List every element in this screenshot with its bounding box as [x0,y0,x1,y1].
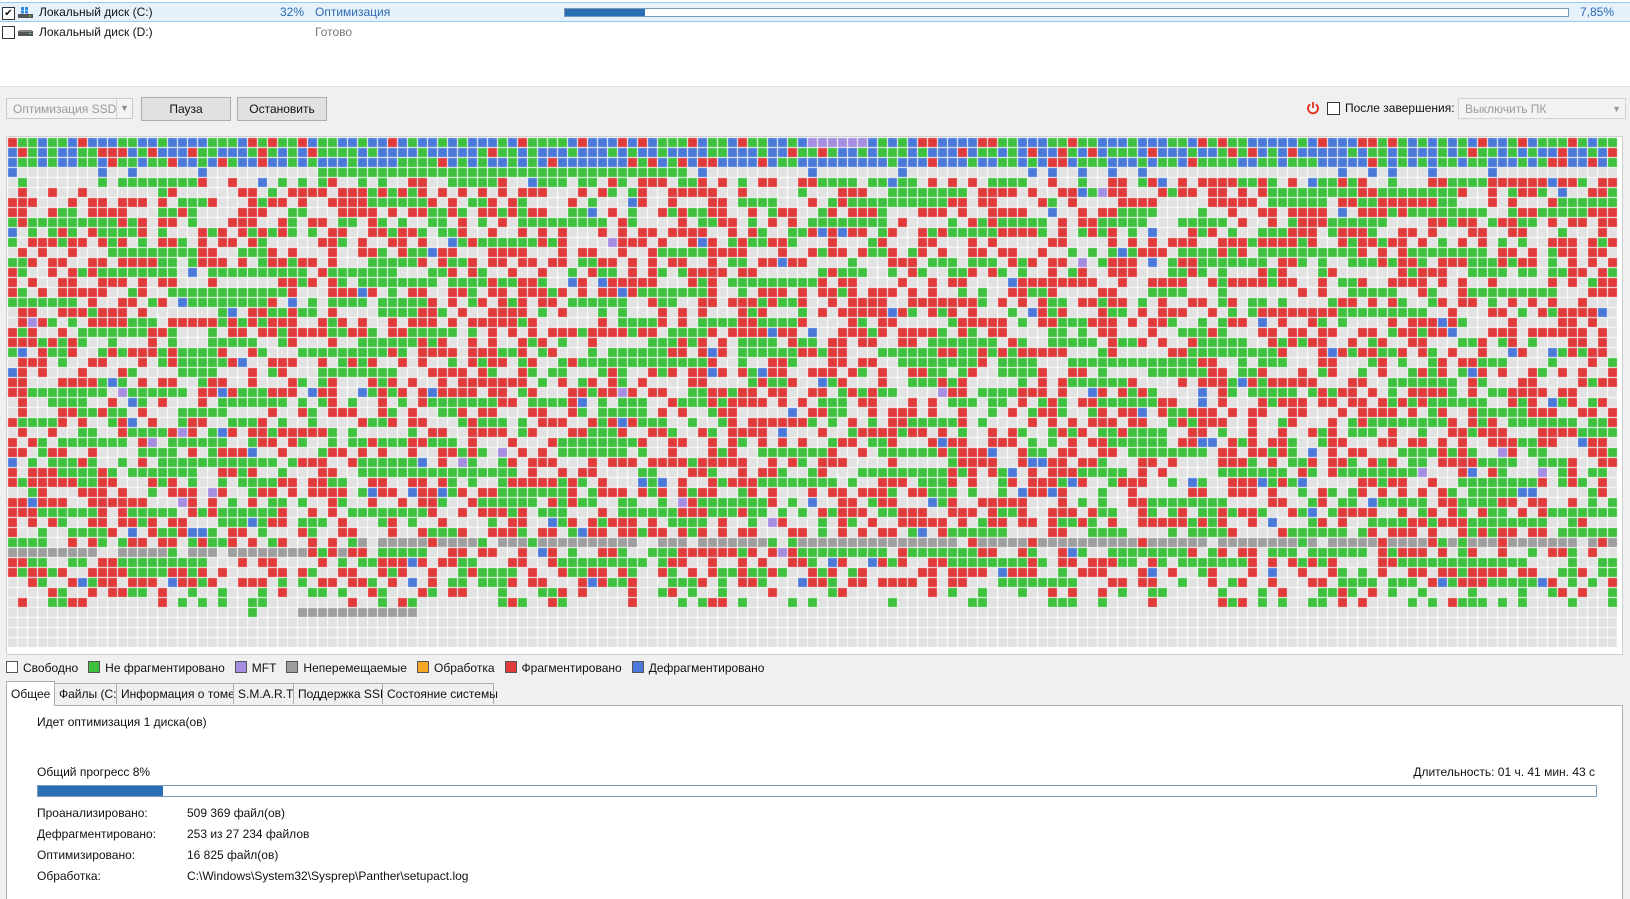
drive-d-name: Локальный диск (D:) [39,25,153,39]
tab-1[interactable]: Файлы (C:) [54,683,120,704]
drive-row-d[interactable]: Локальный диск (D:) Готово [0,22,1630,42]
legend-swatch [88,661,101,673]
cluster-map[interactable] [6,136,1623,655]
optimized-value: 16 825 файл(ов) [187,848,279,862]
legend-label: Обработка [433,661,495,675]
tab-5[interactable]: Состояние системы [382,683,498,704]
pause-button[interactable]: Пауза [141,97,231,121]
toolbar: Оптимизация SSD ▼ Пауза Остановить После… [0,87,1630,132]
drive-icon [18,30,33,36]
analyzed-label: Проанализировано: [37,806,148,820]
defragmented-label: Дефрагментировано: [37,827,157,841]
legend-label: Неперемещаемые [303,661,407,675]
chevron-down-icon: ▼ [1612,104,1621,114]
optimized-label: Оптимизировано: [37,848,136,862]
tab-3[interactable]: S.M.A.R.T. [233,683,295,704]
drive-c-percent: 32% [279,5,304,19]
drive-c-frag-percent: 7,85% [1580,5,1615,19]
tab-4[interactable]: Поддержка SSD [293,683,389,704]
overall-progress-fill [38,786,163,796]
legend-swatch [6,661,18,673]
legend-swatch [416,661,429,673]
analyzed-value: 509 369 файл(ов) [187,806,286,820]
after-completion-select[interactable]: Выключить ПК ▼ [1458,98,1626,119]
after-completion-label: После завершения: [1345,101,1455,115]
power-icon [1307,102,1319,115]
drive-d-status: Готово [315,25,353,39]
after-completion-checkbox[interactable] [1327,102,1340,115]
legend-swatch [504,661,517,673]
drive-c-progress-bar [564,8,1569,17]
legend-item: Фрагментировано [504,658,622,678]
duration-label: Длительность: 01 ч. 41 мин. 43 с [1413,765,1595,779]
legend-label: Свободно [23,661,79,675]
legend-label: MFT [251,661,277,675]
after-completion-value: Выключить ПК [1465,102,1547,116]
drive-list: ✔ Локальный диск (C:) 32% Оптимизация 7,… [0,0,1630,87]
drive-c-name: Локальный диск (C:) [39,5,153,19]
drive-d-checkbox[interactable] [2,26,15,39]
legend-label: Фрагментировано [521,661,622,675]
drive-row-c[interactable]: ✔ Локальный диск (C:) 32% Оптимизация 7,… [0,2,1630,22]
drive-c-progress-fill [565,9,646,16]
overall-progress-label: Общий прогресс 8% [37,765,151,779]
tab-2[interactable]: Информация о томе [116,683,235,704]
stop-button[interactable]: Остановить [237,97,327,121]
legend-item: Не фрагментировано [88,658,225,678]
drive-c-checkbox[interactable]: ✔ [2,7,15,20]
legend-label: Дефрагментировано [648,661,765,675]
legend-item: Обработка [416,658,495,678]
system-drive-icon [18,7,33,18]
tab-0[interactable]: Общее [6,681,55,706]
processing-label: Обработка: [37,869,101,883]
legend: Свободно Не фрагментировано MFT Неперемещае… [6,658,774,678]
cluster-map-canvas[interactable] [7,137,1622,654]
legend-swatch [286,661,299,673]
status-heading: Идет оптимизация 1 диска(ов) [37,715,207,729]
processing-value: C:\Windows\System32\Sysprep\Panther\setu… [187,869,469,883]
defragmented-value: 253 из 27 234 файлов [187,827,310,841]
mode-select-value: Оптимизация SSD [13,102,117,116]
legend-item: Неперемещаемые [286,658,407,678]
legend-swatch [234,661,247,673]
general-panel: Идет оптимизация 1 диска(ов) Общий прогр… [6,705,1623,899]
mode-select[interactable]: Оптимизация SSD ▼ [6,98,133,119]
legend-label: Не фрагментировано [105,661,225,675]
legend-item: Свободно [6,658,78,678]
legend-item: Дефрагментировано [631,658,765,678]
legend-swatch [631,661,644,673]
legend-item: MFT [234,658,277,678]
chevron-down-icon: ▼ [116,99,132,118]
overall-progress-bar [37,785,1597,797]
drive-c-status: Оптимизация [315,5,391,19]
